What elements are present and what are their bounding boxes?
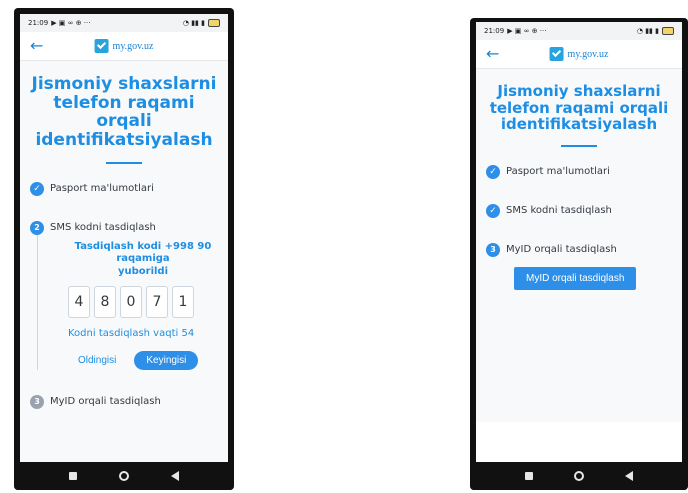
status-time: 21:09 — [28, 19, 49, 27]
app-bar: ← my.gov.uz — [476, 40, 682, 69]
step-number-icon: 3 — [486, 242, 500, 257]
step-label: MyID orqali tasdiqlash — [50, 396, 161, 408]
code-digit-box[interactable]: 0 — [120, 286, 142, 319]
status-left: 21:09 ▶ ▣ ∞ ⊕ ··· — [28, 19, 90, 27]
recent-apps-icon[interactable] — [69, 472, 77, 480]
steps-list: Pasport ma'lumotlari 2 SMS kodni tasdiql… — [30, 181, 218, 410]
step-number-icon: 3 — [30, 395, 44, 410]
step-label: SMS kodni tasdiqlash — [50, 221, 156, 233]
status-time: 21:09 — [484, 27, 505, 35]
step-passport: Pasport ma'lumotlari — [30, 181, 218, 196]
status-right: ◔ ▮▮ ▮ — [183, 19, 220, 27]
back-arrow-icon[interactable]: ← — [486, 46, 499, 62]
status-icons-left: ▶ ▣ ∞ ⊕ ··· — [507, 27, 547, 35]
prev-button[interactable]: Oldingisi — [68, 355, 126, 366]
back-icon[interactable] — [171, 471, 179, 481]
code-digit-box[interactable]: 1 — [172, 286, 194, 319]
status-icons-right: ◔ ▮▮ ▮ — [182, 19, 205, 27]
step-sms: SMS kodni tasdiqlash — [486, 203, 672, 218]
blank-area — [476, 422, 682, 462]
content: Jismoniy shaxslarni telefon raqami orqal… — [20, 61, 228, 410]
screenshot-canvas: 21:09 ▶ ▣ ∞ ⊕ ··· ◔ ▮▮ ▮ ← my.gov.uz Jis… — [0, 0, 688, 493]
back-icon[interactable] — [625, 471, 634, 481]
status-right: ◔ ▮▮ ▮ — [637, 27, 674, 35]
left-phone-screen: 21:09 ▶ ▣ ∞ ⊕ ··· ◔ ▮▮ ▮ ← my.gov.uz Jis… — [20, 14, 228, 462]
code-digit-box[interactable]: 8 — [94, 286, 116, 319]
check-icon — [30, 181, 44, 196]
right-phone-screen: 21:09 ▶ ▣ ∞ ⊕ ··· ◔ ▮▮ ▮ ← my.gov.uz Jis… — [476, 22, 682, 462]
sms-note: Tasdiqlash kodi +998 90 raqamiga yuboril… — [74, 240, 212, 277]
title-divider — [561, 144, 597, 147]
actions: Oldingisi Keyingisi — [50, 351, 218, 371]
step-label: Pasport ma'lumotlari — [506, 165, 610, 177]
code-digit-box[interactable]: 7 — [146, 286, 168, 319]
myid-confirm-button[interactable]: MyID orqali tasdiqlash — [514, 266, 637, 290]
back-arrow-icon[interactable]: ← — [30, 38, 43, 54]
step-sms: 2 SMS kodni tasdiqlash Tasdiqlash kodi +… — [30, 220, 218, 371]
step-myid: 3 MyID orqali tasdiqlash — [30, 395, 218, 410]
title-divider — [106, 161, 142, 164]
step-label: Pasport ma'lumotlari — [50, 182, 154, 194]
step-label: SMS kodni tasdiqlash — [506, 204, 612, 216]
status-icons-right: ◔ ▮▮ ▮ — [636, 27, 659, 35]
step-number-icon: 2 — [30, 220, 44, 235]
status-bar: 21:09 ▶ ▣ ∞ ⊕ ··· ◔ ▮▮ ▮ — [476, 22, 682, 40]
status-left: 21:09 ▶ ▣ ∞ ⊕ ··· — [484, 27, 546, 35]
check-icon — [486, 203, 500, 218]
gov-logo-icon — [94, 39, 109, 53]
status-icons-left: ▶ ▣ ∞ ⊕ ··· — [51, 19, 91, 27]
gov-logo-icon — [549, 47, 564, 61]
page-title: Jismoniy shaxslarni telefon raqami orqal… — [489, 82, 669, 133]
step-connector — [37, 220, 38, 371]
app-bar: ← my.gov.uz — [20, 32, 228, 61]
step-myid: 3 MyID orqali tasdiqlash MyID orqali tas… — [486, 242, 672, 290]
right-phone-frame: 21:09 ▶ ▣ ∞ ⊕ ··· ◔ ▮▮ ▮ ← my.gov.uz Jis… — [470, 18, 688, 490]
left-phone-frame: 21:09 ▶ ▣ ∞ ⊕ ··· ◔ ▮▮ ▮ ← my.gov.uz Jis… — [14, 8, 234, 490]
battery-icon — [208, 19, 220, 27]
recent-apps-icon[interactable] — [524, 472, 533, 480]
next-button[interactable]: Keyingisi — [134, 351, 199, 371]
home-icon[interactable] — [573, 471, 584, 481]
code-digit-box[interactable]: 4 — [68, 286, 90, 319]
android-nav-bar — [470, 462, 688, 490]
step-passport: Pasport ma'lumotlari — [486, 164, 672, 179]
logo: my.gov.uz — [94, 39, 154, 53]
code-input-row: 4 8 0 7 1 — [50, 286, 218, 319]
logo-text: my.gov.uz — [112, 40, 154, 52]
android-nav-bar — [14, 462, 234, 490]
steps-list: Pasport ma'lumotlari SMS kodni tasdiqlas… — [486, 164, 672, 290]
logo-text: my.gov.uz — [567, 48, 609, 60]
logo: my.gov.uz — [549, 47, 609, 61]
page-title: Jismoniy shaxslarni telefon raqami orqal… — [31, 74, 217, 151]
home-icon[interactable] — [119, 471, 129, 481]
content: Jismoniy shaxslarni telefon raqami orqal… — [476, 69, 682, 290]
check-icon — [486, 164, 500, 179]
timer-text: Kodni tasdiqlash vaqti 54 — [68, 328, 195, 340]
battery-icon — [662, 27, 674, 35]
status-bar: 21:09 ▶ ▣ ∞ ⊕ ··· ◔ ▮▮ ▮ — [20, 14, 228, 32]
step-label: MyID orqali tasdiqlash — [506, 243, 617, 255]
